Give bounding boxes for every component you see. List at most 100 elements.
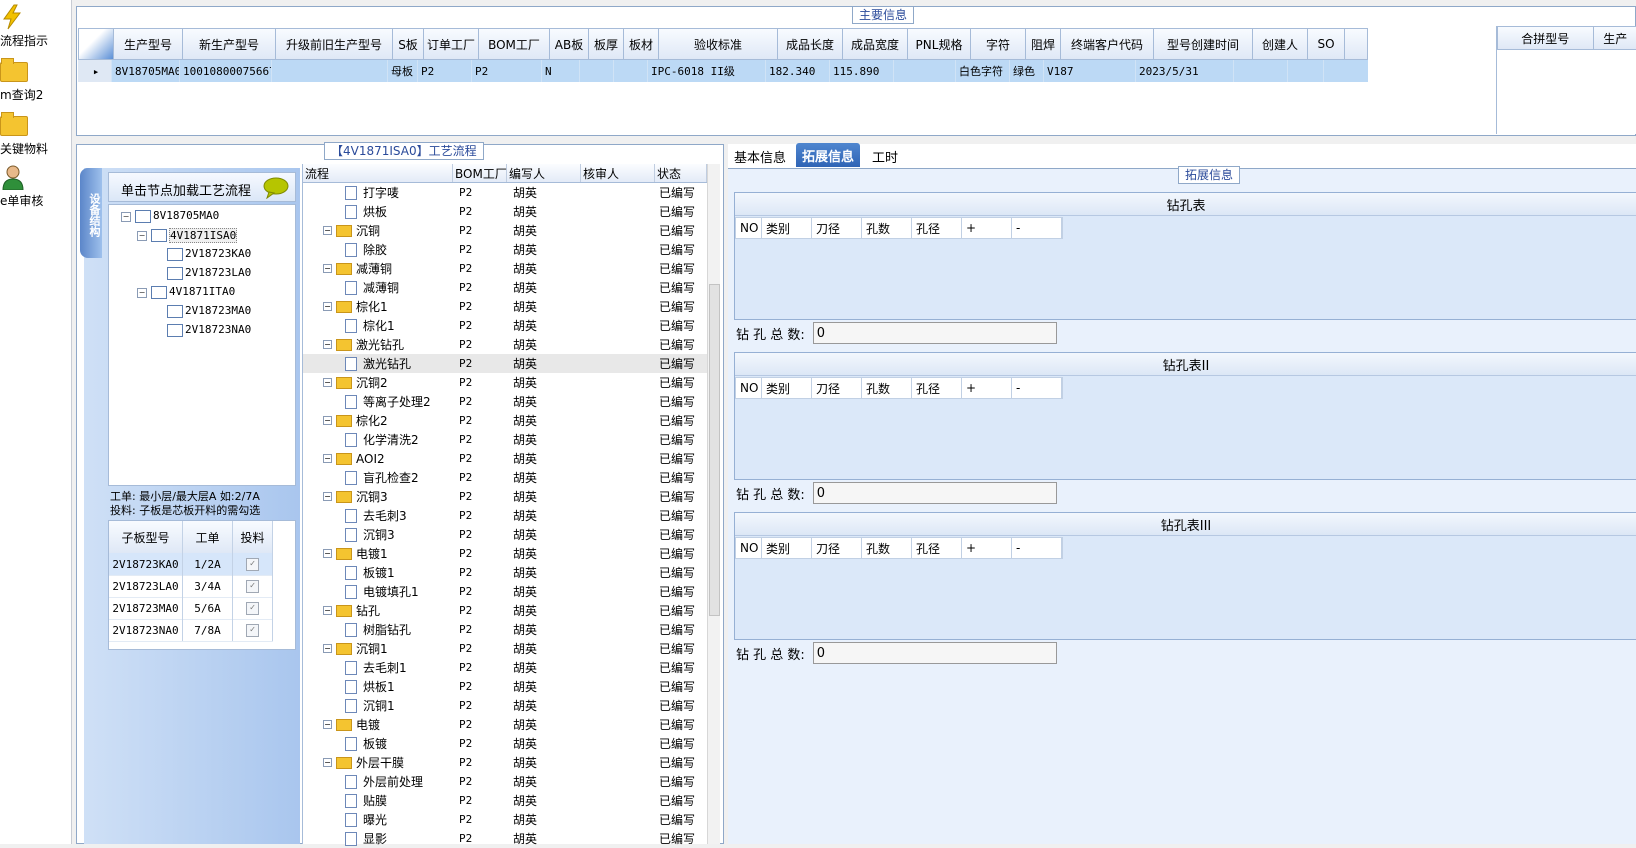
process-row[interactable]: 贴膜 P2 胡英 已编写: [303, 791, 707, 810]
expand-toggle[interactable]: −: [137, 231, 147, 241]
sub-col-header[interactable]: 工单: [183, 521, 233, 553]
launcher-item-materials[interactable]: 关键物料: [0, 110, 70, 160]
main-col-header[interactable]: S板: [393, 29, 424, 59]
sub-board-row[interactable]: 2V18723NA0 7/8A ✓: [109, 619, 273, 642]
process-row[interactable]: − 沉铜1 P2 胡英 已编写: [303, 639, 707, 658]
process-row[interactable]: 沉铜1 P2 胡英 已编写: [303, 696, 707, 715]
expand-toggle[interactable]: −: [121, 212, 131, 222]
main-cell[interactable]: P2: [418, 60, 472, 82]
main-col-header[interactable]: 升级前旧生产型号: [276, 29, 393, 59]
main-cell[interactable]: 8V18705MA0: [112, 60, 180, 82]
main-cell[interactable]: [580, 60, 614, 82]
drill-col-header[interactable]: NO: [736, 538, 762, 558]
sub-col-header[interactable]: 子板型号: [109, 521, 183, 553]
process-row[interactable]: 激光钻孔 P2 胡英 已编写: [303, 354, 707, 373]
expand-toggle[interactable]: −: [323, 644, 332, 653]
main-col-header[interactable]: 板厚: [589, 29, 624, 59]
structure-side-tab[interactable]: 设备结构: [80, 168, 102, 258]
main-col-header[interactable]: 创建人: [1253, 29, 1308, 59]
process-col-header[interactable]: 核审人: [581, 164, 655, 182]
main-cell[interactable]: [614, 60, 648, 82]
process-row[interactable]: 显影 P2 胡英 已编写: [303, 829, 707, 848]
process-row[interactable]: − 电镀1 P2 胡英 已编写: [303, 544, 707, 563]
process-row[interactable]: 减薄铜 P2 胡英 已编写: [303, 278, 707, 297]
main-cell[interactable]: 115.890: [830, 60, 894, 82]
process-row[interactable]: 板镀 P2 胡英 已编写: [303, 734, 707, 753]
main-col-header[interactable]: 成品宽度: [843, 29, 908, 59]
process-row[interactable]: 打字唛 P2 胡英 已编写: [303, 183, 707, 202]
launcher-item-flow[interactable]: 流程指示: [0, 2, 70, 52]
tree-node[interactable]: 2V18723KA0: [185, 247, 251, 260]
tree-node[interactable]: 2V18723MA0: [185, 304, 251, 317]
drill-col-header[interactable]: 孔数: [862, 218, 912, 238]
process-row[interactable]: 沉铜3 P2 胡英 已编写: [303, 525, 707, 544]
launcher-item-review[interactable]: e单审核: [0, 162, 70, 212]
drill-col-header[interactable]: +: [962, 218, 1012, 238]
process-row[interactable]: 等离子处理2 P2 胡英 已编写: [303, 392, 707, 411]
process-row[interactable]: 去毛刺3 P2 胡英 已编写: [303, 506, 707, 525]
process-row[interactable]: 棕化1 P2 胡英 已编写: [303, 316, 707, 335]
drill-col-header[interactable]: 孔径: [912, 378, 962, 398]
main-cell[interactable]: 2023/5/31: [1136, 60, 1234, 82]
main-col-header[interactable]: 验收标准: [659, 29, 778, 59]
main-col-header[interactable]: 新生产型号: [183, 29, 276, 59]
main-cell[interactable]: 10010800075667: [180, 60, 272, 82]
merge-col-header[interactable]: 合拼型号: [1498, 27, 1594, 49]
drill-col-header[interactable]: 孔数: [862, 378, 912, 398]
drill-col-header[interactable]: +: [962, 538, 1012, 558]
expand-toggle[interactable]: −: [323, 378, 332, 387]
drill-col-header[interactable]: 类别: [762, 538, 812, 558]
main-cell[interactable]: 白色字符: [956, 60, 1010, 82]
process-row[interactable]: 去毛刺1 P2 胡英 已编写: [303, 658, 707, 677]
process-col-header[interactable]: 流程: [303, 164, 453, 182]
drill-col-header[interactable]: 孔径: [912, 218, 962, 238]
drill-total-input[interactable]: [812, 482, 1057, 504]
main-col-header[interactable]: 字符: [971, 29, 1026, 59]
launcher-item-query[interactable]: m查询2: [0, 56, 70, 106]
process-row[interactable]: − 外层干膜 P2 胡英 已编写: [303, 753, 707, 772]
tab-extended-info[interactable]: 拓展信息: [796, 143, 861, 167]
tree-node[interactable]: 4V1871ITA0: [169, 285, 235, 298]
sub-board-row[interactable]: 2V18723LA0 3/4A ✓: [109, 575, 273, 598]
tab-basic-info[interactable]: 基本信息: [728, 144, 792, 168]
main-cell[interactable]: N: [542, 60, 580, 82]
process-row[interactable]: − 沉铜3 P2 胡英 已编写: [303, 487, 707, 506]
process-row[interactable]: − AOI2 P2 胡英 已编写: [303, 449, 707, 468]
expand-toggle[interactable]: −: [323, 416, 332, 425]
sub-col-header[interactable]: 投料: [233, 521, 273, 553]
drill-col-header[interactable]: 孔径: [912, 538, 962, 558]
process-row[interactable]: 烘板1 P2 胡英 已编写: [303, 677, 707, 696]
process-row[interactable]: − 沉铜 P2 胡英 已编写: [303, 221, 707, 240]
expand-toggle[interactable]: −: [323, 758, 332, 767]
tree-node[interactable]: 2V18723NA0: [185, 323, 251, 336]
drill-col-header[interactable]: 类别: [762, 378, 812, 398]
drill-col-header[interactable]: 刀径: [812, 378, 862, 398]
drill-col-header[interactable]: -: [1012, 218, 1062, 238]
main-col-header[interactable]: 终端客户代码: [1061, 29, 1154, 59]
main-cell[interactable]: [1234, 60, 1288, 82]
drill-col-header[interactable]: 刀径: [812, 538, 862, 558]
process-row[interactable]: − 沉铜2 P2 胡英 已编写: [303, 373, 707, 392]
main-col-header[interactable]: 阻焊: [1026, 29, 1061, 59]
process-row[interactable]: 除胶 P2 胡英 已编写: [303, 240, 707, 259]
process-row[interactable]: 板镀1 P2 胡英 已编写: [303, 563, 707, 582]
process-row[interactable]: − 钻孔 P2 胡英 已编写: [303, 601, 707, 620]
expand-toggle[interactable]: −: [323, 720, 332, 729]
main-cell[interactable]: 182.340: [766, 60, 830, 82]
tree-node[interactable]: 2V18723LA0: [185, 266, 251, 279]
expand-toggle[interactable]: −: [323, 340, 332, 349]
process-row[interactable]: 外层前处理 P2 胡英 已编写: [303, 772, 707, 791]
process-col-header[interactable]: BOM工厂: [453, 164, 507, 182]
feed-checkbox[interactable]: ✓: [246, 601, 259, 615]
process-row[interactable]: − 棕化2 P2 胡英 已编写: [303, 411, 707, 430]
main-cell[interactable]: [894, 60, 956, 82]
sub-board-row[interactable]: 2V18723KA0 1/2A ✓: [109, 553, 273, 576]
process-row[interactable]: 烘板 P2 胡英 已编写: [303, 202, 707, 221]
main-grid-row[interactable]: ▸ 8V18705MA0 10010800075667 母板 P2 P2 N IPC-601…: [78, 60, 1368, 82]
main-col-header[interactable]: 订单工厂: [424, 29, 479, 59]
main-col-header[interactable]: 生产型号: [114, 29, 183, 59]
expand-toggle[interactable]: −: [137, 288, 147, 298]
select-all-corner[interactable]: [79, 29, 114, 59]
drill-col-header[interactable]: 类别: [762, 218, 812, 238]
expand-toggle[interactable]: −: [323, 302, 332, 311]
